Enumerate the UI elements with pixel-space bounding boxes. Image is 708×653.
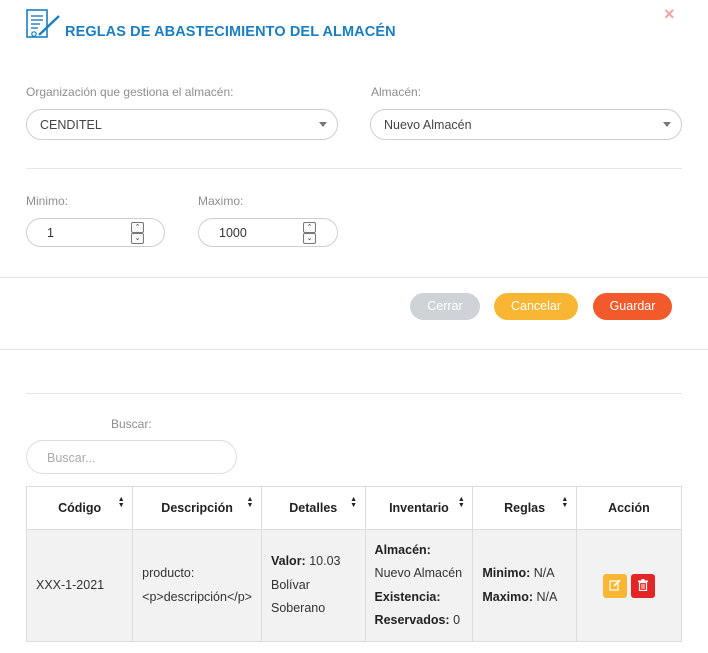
cell-inventory: Almacén: Nuevo Almacén Existencia: Reser… [364,529,474,642]
divider [0,349,708,350]
max-value: 1000 [219,226,247,240]
save-button[interactable]: Guardar [593,293,672,320]
sort-icon[interactable]: ▲ ▼ [561,496,569,509]
chevron-down-icon [663,122,671,127]
search-label: Buscar: [111,417,152,431]
cell-details: Valor: 10.03 Bolívar Soberano [260,529,366,642]
cancel-button[interactable]: Cancelar [494,293,578,320]
max-label: Maximo: [198,194,244,208]
divider [26,393,682,394]
min-stepper[interactable]: ⌃ ⌄ [131,222,144,244]
org-select-value: CENDITEL [40,118,102,132]
edit-icon[interactable] [603,573,628,598]
close-button[interactable]: Cerrar [410,293,480,320]
cell-action [575,529,683,642]
warehouse-label: Almacén: [371,85,422,99]
close-icon[interactable]: × [664,5,675,23]
max-stepper[interactable]: ⌃ ⌄ [303,222,316,244]
column-header-description[interactable]: Descripción ▲ ▼ [132,486,262,530]
rules-table: Código ▲ ▼ Descripción ▲ ▼ Detalles ▲ ▼ Invent… [25,486,683,642]
sort-icon[interactable]: ▲ ▼ [246,496,254,509]
column-header-inventory[interactable]: Inventario ▲ ▼ [364,486,474,530]
sort-icon[interactable]: ▲ ▼ [350,496,358,509]
table-header-row: Código ▲ ▼ Descripción ▲ ▼ Detalles ▲ ▼ Invent… [25,486,683,530]
org-label: Organización que gestiona el almacén: [26,85,234,99]
cell-code: XXX-1-2021 [25,529,134,642]
modal-title: REGLAS DE ABASTECIMIENTO DEL ALMACÉN [65,24,396,40]
cell-description: producto: <p>descripción</p> [132,529,262,642]
max-input[interactable]: 1000 ⌃ ⌄ [198,218,338,247]
search-placeholder: Buscar... [47,451,96,465]
stepper-up-icon[interactable]: ⌃ [131,222,144,233]
org-select[interactable]: CENDITEL [26,109,338,140]
divider [26,168,682,169]
column-header-details[interactable]: Detalles ▲ ▼ [260,486,366,530]
sort-icon[interactable]: ▲ ▼ [457,496,465,509]
column-header-code[interactable]: Código ▲ ▼ [25,486,134,530]
stepper-up-icon[interactable]: ⌃ [303,222,316,233]
document-pen-icon [26,9,60,38]
search-input[interactable]: Buscar... [26,440,237,474]
divider [0,277,708,278]
modal-header: REGLAS DE ABASTECIMIENTO DEL ALMACÉN [26,8,686,48]
column-header-action: Acción [575,486,683,530]
trash-icon[interactable] [630,573,655,598]
stepper-down-icon[interactable]: ⌄ [131,233,144,244]
sort-icon[interactable]: ▲ ▼ [117,496,125,509]
warehouse-select[interactable]: Nuevo Almacén [370,109,682,140]
min-input[interactable]: 1 ⌃ ⌄ [26,218,165,247]
table-row: XXX-1-2021 producto: <p>descripción</p> … [25,529,683,642]
warehouse-select-value: Nuevo Almacén [384,118,472,132]
column-header-rules[interactable]: Reglas ▲ ▼ [472,486,577,530]
min-value: 1 [47,226,54,240]
min-label: Minimo: [26,194,69,208]
cell-rules: Minimo: N/A Maximo: N/A [472,529,577,642]
chevron-down-icon [319,122,327,127]
stepper-down-icon[interactable]: ⌄ [303,233,316,244]
